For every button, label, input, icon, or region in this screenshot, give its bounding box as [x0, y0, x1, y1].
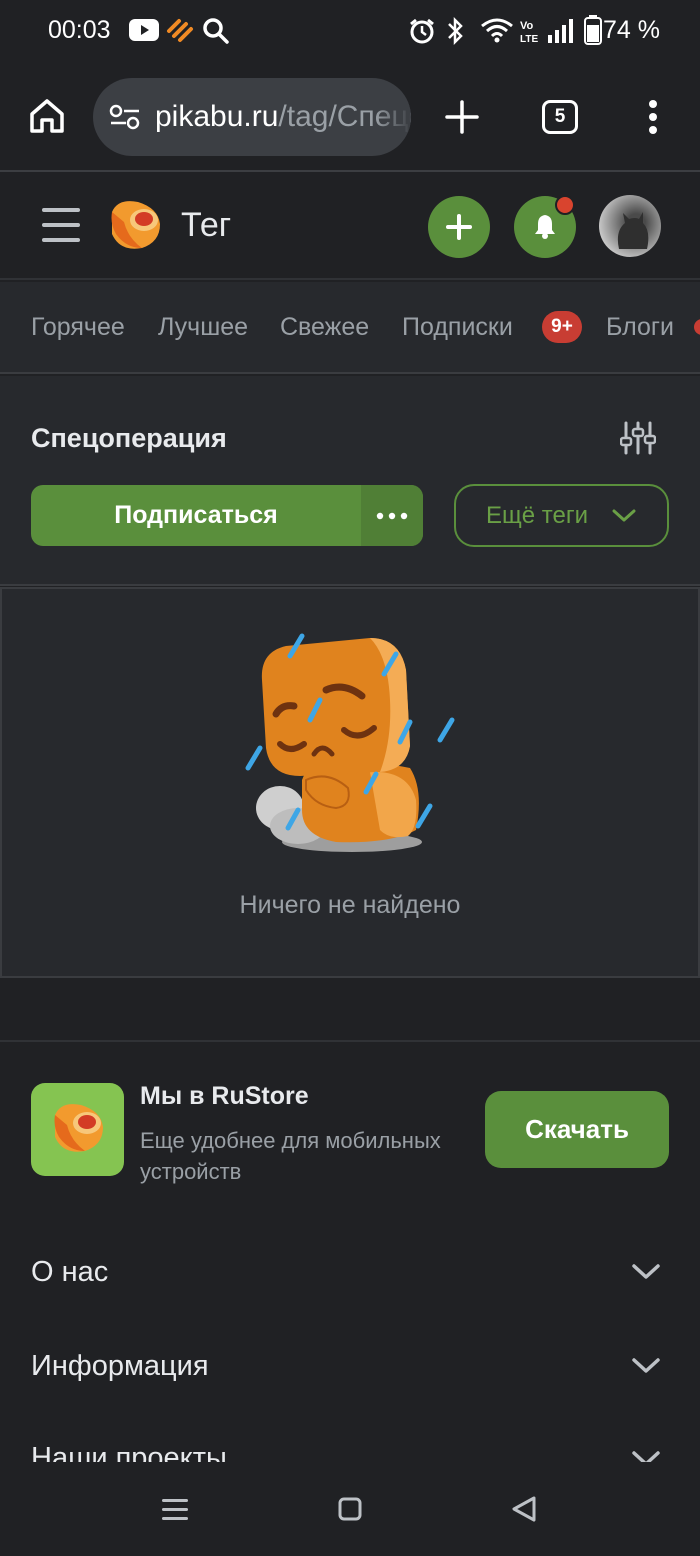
more-tags-button[interactable]: Ещё теги [454, 484, 669, 547]
site-settings-icon[interactable] [109, 103, 141, 131]
plus-icon [446, 214, 472, 240]
filter-settings-icon[interactable] [620, 420, 656, 456]
nav-tab-subscriptions[interactable]: Подписки [402, 313, 513, 342]
volte-icon: Vo LTE [520, 20, 538, 44]
chevron-down-icon[interactable] [632, 1357, 660, 1375]
subscribe-label: Подписаться [114, 501, 278, 529]
home-button-icon[interactable] [338, 1497, 362, 1521]
svg-text:LTE: LTE [520, 34, 538, 44]
nav-tab-hot[interactable]: Горячее [31, 313, 125, 342]
home-icon[interactable] [28, 97, 66, 135]
nav-tab-best[interactable]: Лучшее [158, 313, 248, 342]
status-bar: 00:03 Vo LTE 74 % [0, 0, 700, 62]
overflow-menu-icon[interactable] [645, 99, 661, 135]
url-host: pikabu.ru [155, 100, 279, 133]
rustore-app-icon[interactable] [31, 1083, 124, 1176]
back-button-icon[interactable] [510, 1495, 538, 1523]
search-icon [203, 18, 229, 44]
sad-mascot-illustration [245, 633, 455, 852]
battery-percent: 74 % [603, 16, 660, 44]
cat-photo [617, 212, 649, 249]
footer-section-info[interactable]: Информация [31, 1350, 209, 1383]
nav-tab-fresh[interactable]: Свежее [280, 313, 369, 342]
notifications-bell-icon [535, 215, 555, 239]
pikabu-notification-icon [167, 19, 193, 42]
notification-dot [555, 195, 575, 215]
battery-icon [584, 15, 602, 45]
user-avatar[interactable] [599, 195, 661, 257]
empty-state-message: Ничего не найдено [239, 891, 461, 919]
tab-switcher-icon[interactable]: 5 [542, 100, 578, 134]
system-navigation-bar [0, 1462, 700, 1556]
tag-header-panel [0, 376, 700, 586]
pikabu-logo[interactable] [106, 198, 164, 252]
pikabu-logo [54, 1104, 103, 1152]
subscribe-button[interactable]: Подписаться [31, 485, 423, 546]
footer-divider [0, 1040, 700, 1042]
site-header [0, 174, 700, 280]
page-title: Тег [181, 206, 232, 244]
url-text: pikabu.ru/tag/Спецоперация [155, 100, 411, 134]
recent-apps-icon[interactable] [162, 1498, 188, 1522]
bluetooth-icon [448, 16, 463, 46]
nav-tab-blogs[interactable]: Блоги [606, 313, 674, 342]
signal-icon [548, 19, 573, 43]
more-tags-label: Ещё теги [486, 502, 588, 529]
subscriptions-badge: 9+ [542, 311, 582, 343]
address-bar[interactable]: pikabu.ru/tag/Спецоперация [93, 78, 411, 156]
wifi-icon [481, 18, 513, 43]
download-button[interactable]: Скачать [485, 1091, 669, 1168]
hamburger-menu-icon[interactable] [42, 207, 80, 243]
youtube-icon [129, 19, 159, 41]
rustore-title: Мы в RuStore [140, 1082, 309, 1110]
chevron-down-icon [612, 509, 636, 522]
footer-section-about[interactable]: О нас [31, 1256, 108, 1289]
tag-name: Спецоперация [31, 423, 227, 453]
rustore-subtitle: Еще удобнее для мобильных устройств [140, 1128, 441, 1184]
add-post-button[interactable] [428, 196, 490, 258]
chevron-down-icon[interactable] [632, 1263, 660, 1281]
alarm-icon [410, 18, 434, 44]
svg-text:Vo: Vo [520, 20, 534, 32]
new-tab-icon[interactable] [445, 100, 479, 134]
more-dots-icon [376, 512, 408, 520]
url-fade [375, 78, 411, 156]
status-time: 00:03 [48, 16, 111, 44]
subscribe-options-button[interactable] [361, 485, 423, 546]
